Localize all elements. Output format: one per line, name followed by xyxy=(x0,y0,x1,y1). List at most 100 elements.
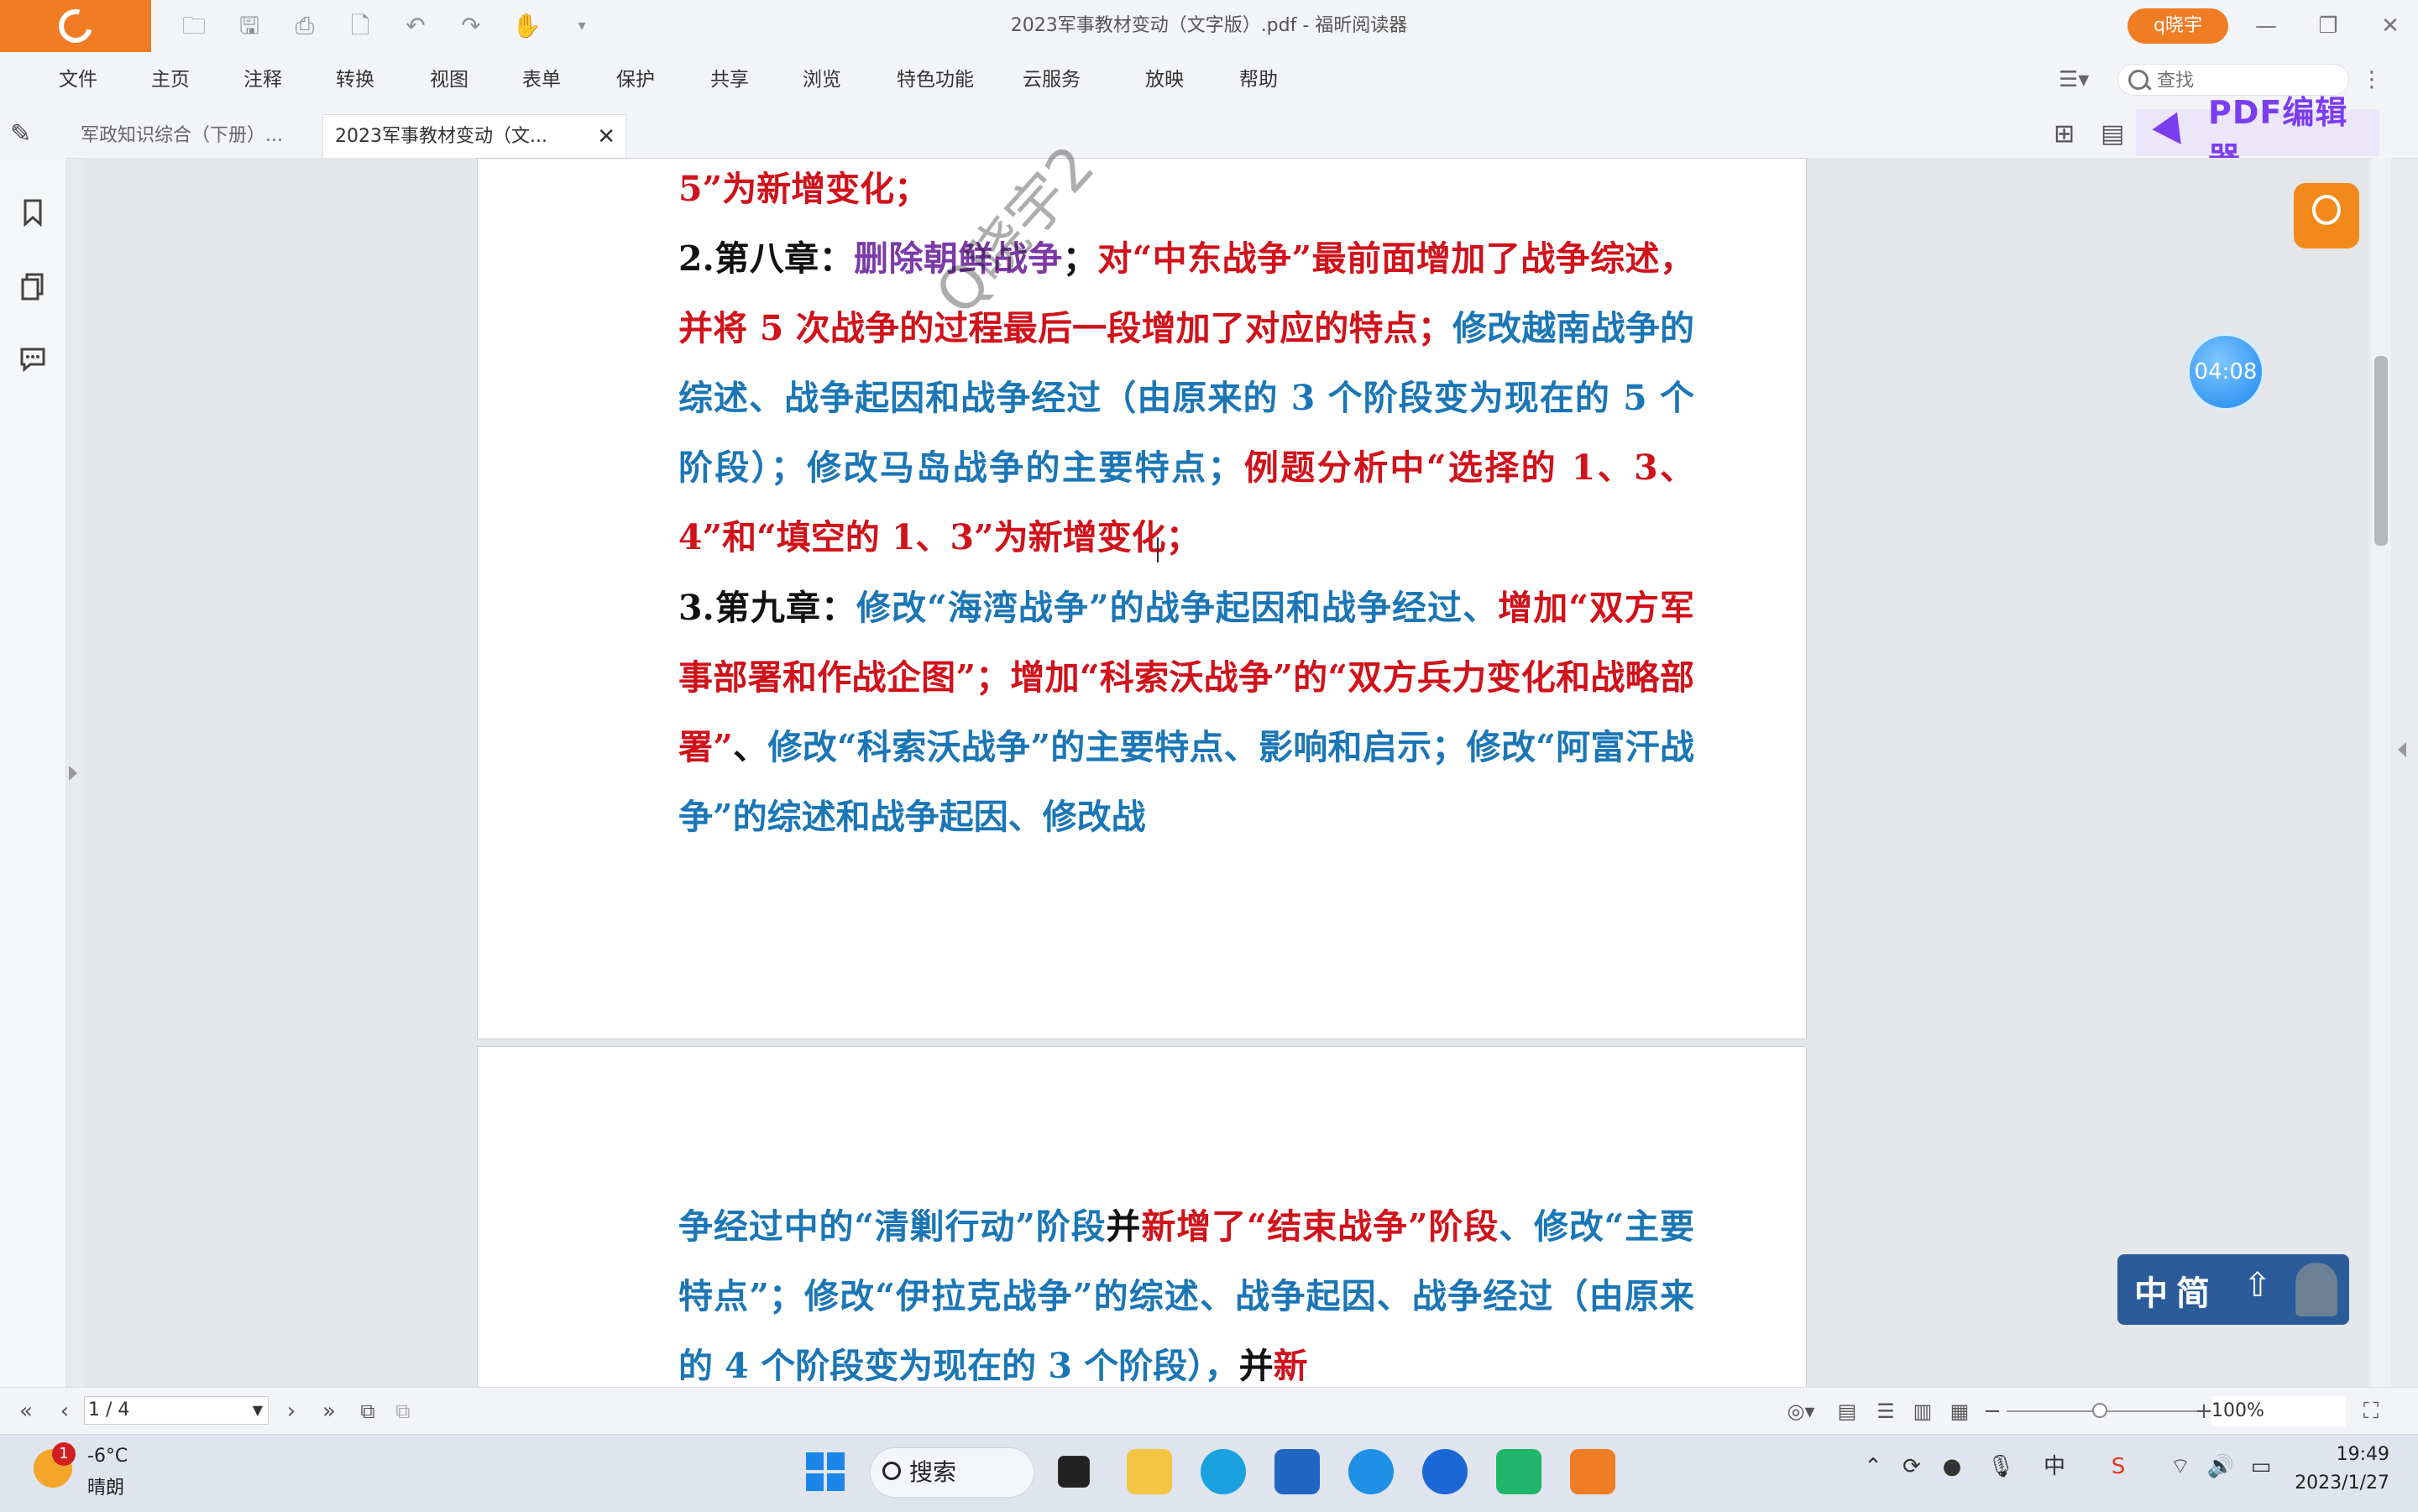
menu-view[interactable]: 视图 xyxy=(430,52,468,107)
ime-language-indicator[interactable]: 中 xyxy=(2040,1452,2069,1481)
print-icon[interactable]: ⎙ xyxy=(290,12,319,40)
restore-button[interactable]: ❐ xyxy=(2295,0,2361,52)
sogou-ime-icon[interactable]: S xyxy=(2104,1452,2133,1481)
foxit-logo-icon xyxy=(52,3,99,50)
chevron-up-icon[interactable]: ⌃ xyxy=(1859,1452,1887,1481)
blue-app-icon[interactable] xyxy=(1422,1449,1468,1494)
menu-convert[interactable]: 转换 xyxy=(336,52,374,107)
chapter8-heading: 2.第八章： xyxy=(678,238,855,279)
minimize-button[interactable]: — xyxy=(2233,0,2299,52)
page2-paragraph: 争经过中的“清剿行动”阶段并新增了“结束战争”阶段、修改“主要特点”；修改“伊拉… xyxy=(678,1192,1694,1387)
microsoft-store-icon[interactable] xyxy=(1274,1449,1320,1494)
previous-page-icon[interactable]: ‹ xyxy=(52,1388,77,1435)
search-icon xyxy=(882,1462,901,1480)
facing-page-icon[interactable]: ▥ xyxy=(1908,1388,1938,1435)
owl-mascot-icon xyxy=(2295,1263,2337,1316)
weather-description[interactable]: 晴朗 xyxy=(87,1473,124,1499)
taskbar-search[interactable]: 搜索 xyxy=(870,1447,1034,1498)
menu-home[interactable]: 主页 xyxy=(151,52,190,107)
menu-share[interactable]: 共享 xyxy=(710,52,749,107)
comments-icon[interactable] xyxy=(18,344,47,373)
previous-view-icon[interactable]: ⧉ xyxy=(351,1388,385,1435)
scrollbar-thumb[interactable] xyxy=(2374,356,2388,546)
expand-right-panel-icon[interactable] xyxy=(2398,742,2406,757)
tab-military-knowledge[interactable]: 军政知识综合（下册）... xyxy=(69,114,314,158)
menu-protect[interactable]: 保护 xyxy=(616,52,655,107)
pages-icon[interactable] xyxy=(18,272,47,301)
clock-date[interactable]: 2023/1/27 xyxy=(2280,1473,2389,1494)
new-document-icon[interactable]: 🗋 xyxy=(346,12,374,40)
bookmark-icon[interactable] xyxy=(18,198,47,227)
vertical-scrollbar[interactable] xyxy=(2371,158,2391,1387)
foxit-reader-taskbar-icon[interactable] xyxy=(1570,1449,1615,1494)
text-span: 修改“海湾战争”的战争起因和战争经过、 xyxy=(856,588,1499,628)
page-number: 1 / 4 xyxy=(88,1400,130,1420)
ime-toolbar[interactable]: 中简 ⇧ xyxy=(2117,1254,2349,1325)
user-account-button[interactable]: q晓宇 xyxy=(2128,8,2228,44)
text-span: 争经过中的“清剿行动”阶段 xyxy=(678,1206,1107,1247)
task-view-icon[interactable] xyxy=(1058,1456,1090,1488)
menu-cloud[interactable]: 云服务 xyxy=(1023,52,1081,107)
fullscreen-icon[interactable]: ⛶ xyxy=(2354,1388,2388,1435)
menu-browse[interactable]: 浏览 xyxy=(803,52,841,107)
menu-comment[interactable]: 注释 xyxy=(243,52,282,107)
qq-icon[interactable]: ● xyxy=(1938,1452,1966,1481)
app-logo[interactable] xyxy=(0,0,151,52)
windows-start-icon[interactable] xyxy=(803,1449,848,1494)
open-folder-icon[interactable]: 🗀 xyxy=(180,12,208,40)
undo-icon[interactable]: ↶ xyxy=(401,12,430,40)
ie-browser-icon[interactable] xyxy=(1348,1449,1394,1494)
zoom-out-icon[interactable]: − xyxy=(1981,1388,2003,1435)
menu-features[interactable]: 特色功能 xyxy=(897,52,974,107)
menu-form[interactable]: 表单 xyxy=(522,52,561,107)
weather-temperature[interactable]: -6°C xyxy=(87,1446,128,1467)
page-number-input[interactable]: 1 / 4 ▼ xyxy=(84,1396,269,1425)
battery-icon[interactable]: ▭ xyxy=(2247,1452,2275,1481)
volume-icon[interactable]: 🔊 xyxy=(2206,1452,2235,1481)
reading-mode-icon[interactable]: ▤ xyxy=(2101,119,2124,149)
expand-left-panel-icon[interactable] xyxy=(69,766,77,781)
chapter9-heading: 3.第九章： xyxy=(678,588,857,628)
search-options-icon[interactable]: ☰▾ xyxy=(2059,52,2089,107)
zoom-level-input[interactable]: 100% xyxy=(2211,1396,2346,1426)
customize-quick-access-icon[interactable]: ▾ xyxy=(568,12,596,40)
ime-label: 中简 xyxy=(2134,1274,2218,1313)
text-span: 新 xyxy=(1273,1346,1308,1386)
floating-timer[interactable]: 04:08 xyxy=(2186,332,2265,411)
last-page-icon[interactable]: » xyxy=(312,1388,346,1435)
green-app-icon[interactable] xyxy=(1496,1449,1541,1494)
page2-text-clip: 争经过中的“清剿行动”阶段并新增了“结束战争”阶段、修改“主要特点”；修改“伊拉… xyxy=(0,1192,2418,1387)
continuous-page-icon[interactable]: ☰ xyxy=(1871,1388,1901,1435)
save-icon[interactable]: 🖫 xyxy=(235,12,264,40)
microphone-icon[interactable]: 🎙 xyxy=(1986,1452,2015,1481)
continuous-facing-icon[interactable]: ▦ xyxy=(1944,1388,1975,1435)
ime-skin-icon[interactable]: ⇧ xyxy=(2243,1266,2272,1305)
clock-time[interactable]: 19:49 xyxy=(2297,1444,2389,1465)
tips-lightbulb-button[interactable] xyxy=(2294,183,2359,249)
redo-icon[interactable]: ↷ xyxy=(457,12,485,40)
sync-icon[interactable]: ⟳ xyxy=(1897,1452,1926,1481)
next-page-icon[interactable]: › xyxy=(279,1388,304,1435)
ribbon-menu-bar: 文件 主页 注释 转换 视图 表单 保护 共享 浏览 特色功能 云服务 放映 帮… xyxy=(0,52,2418,107)
wifi-icon[interactable]: ⌔ xyxy=(2166,1452,2195,1481)
hand-tool-icon[interactable]: ✋ xyxy=(512,12,542,40)
pdf-editor-button[interactable]: PDF编辑器 xyxy=(2136,94,2379,177)
close-tab-icon[interactable]: ✕ xyxy=(597,115,615,159)
edge-browser-icon[interactable] xyxy=(1201,1449,1246,1494)
file-explorer-icon[interactable] xyxy=(1127,1449,1172,1494)
chevron-down-icon[interactable]: ▼ xyxy=(253,1397,263,1424)
menu-file[interactable]: 文件 xyxy=(59,52,97,107)
page1-line-0: 5”为新增变化； xyxy=(678,154,1694,224)
text-cursor xyxy=(1157,537,1159,562)
next-view-icon[interactable]: ⧉ xyxy=(386,1388,420,1435)
close-window-button[interactable]: ✕ xyxy=(2358,0,2418,52)
first-page-icon[interactable]: « xyxy=(12,1388,40,1435)
tab-military-textbook-changes[interactable]: 2023军事教材变动（文... ✕ xyxy=(322,114,626,158)
eye-protection-icon[interactable]: ◎▾ xyxy=(1780,1388,1822,1435)
thumbnail-view-icon[interactable]: ⊞ xyxy=(2054,119,2075,149)
single-page-icon[interactable]: ▤ xyxy=(1832,1388,1862,1435)
menu-slideshow[interactable]: 放映 xyxy=(1145,52,1184,107)
zoom-slider-handle[interactable] xyxy=(2092,1403,2107,1418)
sign-tool-icon[interactable]: ✎ xyxy=(10,119,31,149)
menu-help[interactable]: 帮助 xyxy=(1239,52,1278,107)
